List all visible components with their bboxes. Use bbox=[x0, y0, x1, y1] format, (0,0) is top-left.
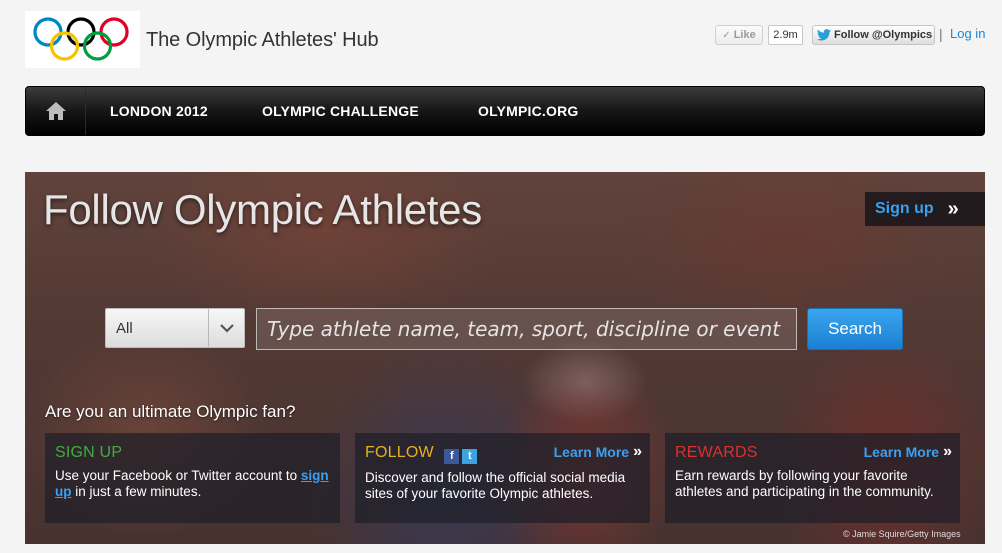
signup-card: SIGN UP Use your Facebook or Twitter acc… bbox=[45, 433, 340, 523]
card-body-follow: Discover and follow the official social … bbox=[365, 469, 626, 501]
hero-banner: Follow Olympic Athletes Sign up » All Se… bbox=[25, 172, 985, 544]
rewards-card: REWARDS Learn More » Earn rewards by fol… bbox=[665, 433, 960, 523]
follow-card: FOLLOW f t Learn More » Discover and fol… bbox=[355, 433, 650, 523]
double-chevron-right-icon: » bbox=[947, 197, 959, 220]
chevron-down-icon bbox=[208, 309, 244, 347]
social-icons: f t bbox=[444, 448, 478, 464]
card-body-text: Use your Facebook or Twitter account to bbox=[55, 468, 298, 483]
learn-more-follow-link[interactable]: Learn More » bbox=[553, 443, 642, 461]
search-button[interactable]: Search bbox=[807, 308, 903, 350]
twitter-follow-button[interactable]: Follow @Olympics bbox=[812, 25, 935, 45]
nav-item-olympic-challenge[interactable]: OLYMPIC CHALLENGE bbox=[262, 87, 419, 135]
header-separator: | bbox=[939, 26, 943, 42]
facebook-like-button[interactable]: ✓ Like bbox=[715, 25, 763, 45]
nav-home[interactable] bbox=[26, 87, 86, 135]
twitter-bird-icon bbox=[817, 29, 831, 41]
card-title-follow: FOLLOW bbox=[365, 444, 434, 461]
nav-item-olympic-org[interactable]: OLYMPIC.ORG bbox=[478, 87, 578, 135]
home-icon bbox=[45, 102, 66, 120]
nav-item-london-2012[interactable]: LONDON 2012 bbox=[110, 87, 208, 135]
learn-more-label: Learn More bbox=[863, 444, 940, 460]
signup-button[interactable]: Sign up » bbox=[865, 192, 985, 226]
signup-label: Sign up bbox=[875, 200, 934, 217]
card-title-signup: SIGN UP bbox=[55, 444, 123, 461]
search-category-select[interactable]: All bbox=[105, 308, 245, 348]
hero-title: Follow Olympic Athletes bbox=[43, 186, 482, 233]
like-count: 2.9m bbox=[768, 25, 803, 45]
search-input[interactable] bbox=[256, 308, 797, 350]
facebook-icon: f bbox=[444, 448, 460, 464]
card-body-text: in just a few minutes. bbox=[75, 484, 202, 499]
search-category-value: All bbox=[116, 319, 133, 337]
photo-credit: © Jamie Squire/Getty Images bbox=[843, 529, 961, 539]
card-body-signup: Use your Facebook or Twitter account to … bbox=[55, 468, 330, 500]
follow-label: Follow @Olympics bbox=[834, 29, 933, 41]
login-link[interactable]: Log in bbox=[950, 26, 985, 41]
olympic-rings-logo[interactable] bbox=[25, 11, 140, 68]
card-body-rewards: Earn rewards by following your favorite … bbox=[675, 468, 934, 499]
double-chevron-right-icon: » bbox=[633, 443, 642, 460]
double-chevron-right-icon: » bbox=[943, 443, 952, 460]
olympic-rings-icon bbox=[33, 17, 129, 61]
twitter-icon: t bbox=[462, 448, 478, 464]
main-nav: LONDON 2012 OLYMPIC CHALLENGE OLYMPIC.OR… bbox=[25, 86, 985, 136]
like-label: Like bbox=[733, 29, 756, 41]
thumbs-up-icon: ✓ bbox=[722, 29, 731, 41]
fan-question: Are you an ultimate Olympic fan? bbox=[45, 402, 296, 421]
site-title: The Olympic Athletes' Hub bbox=[146, 29, 379, 51]
learn-more-label: Learn More bbox=[553, 444, 630, 460]
learn-more-rewards-link[interactable]: Learn More » bbox=[863, 443, 952, 461]
